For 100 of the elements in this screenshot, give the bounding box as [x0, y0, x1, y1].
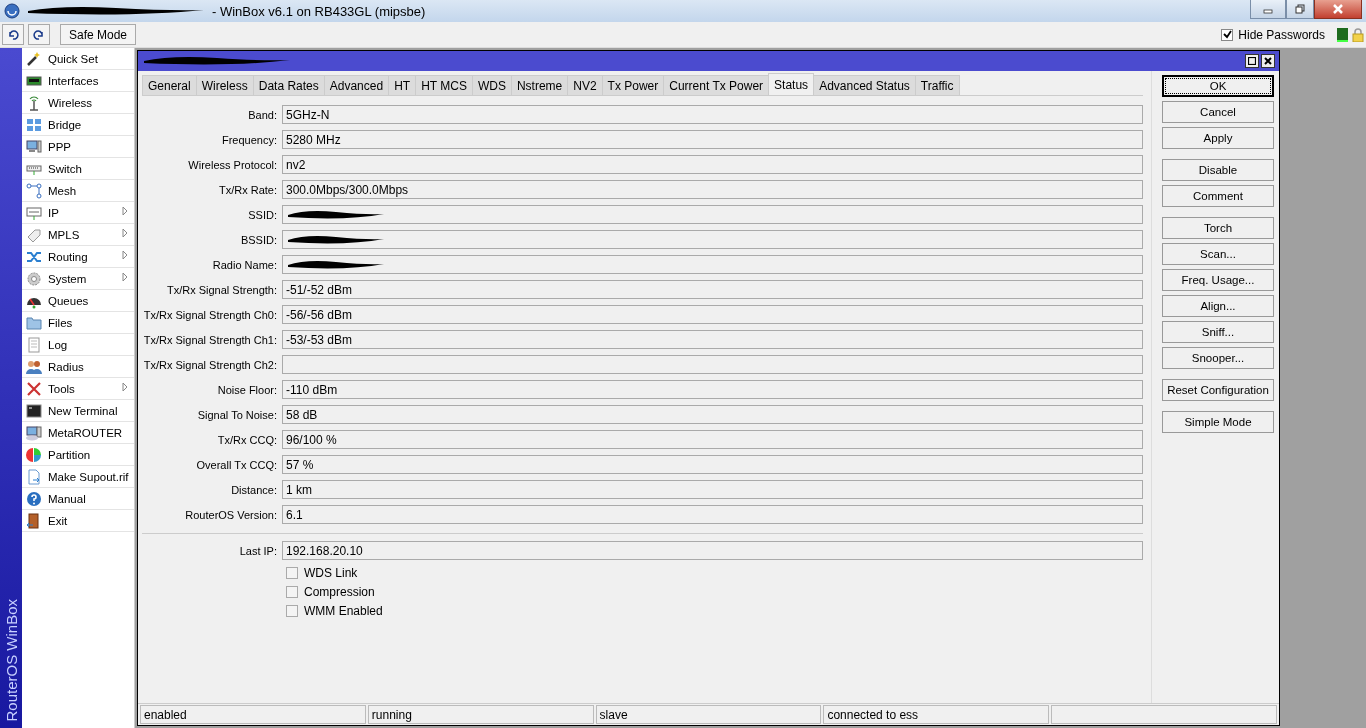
menu-item[interactable]: Queues: [22, 290, 134, 312]
menu-item[interactable]: Wireless: [22, 92, 134, 114]
two-people-icon: [26, 358, 42, 375]
side-brand-label: RouterOS WinBox: [2, 599, 20, 722]
safe-mode-button[interactable]: Safe Mode: [60, 24, 137, 45]
field-label: Band:: [247, 108, 278, 121]
value-field[interactable]: -110 dBm: [282, 380, 1143, 399]
tab[interactable]: NV2: [567, 75, 603, 95]
value-field[interactable]: [282, 255, 1143, 274]
dialog-button[interactable]: Reset Configuration: [1162, 379, 1274, 401]
tab[interactable]: Data Rates: [252, 75, 325, 95]
terminal-icon: [26, 402, 42, 419]
tab[interactable]: Advanced: [323, 75, 390, 95]
tab[interactable]: HT: [388, 75, 417, 95]
tab[interactable]: General: [142, 75, 197, 95]
app-logo-icon: [4, 3, 20, 19]
submenu-arrow-icon: [122, 382, 128, 392]
value-field[interactable]: 57 %: [282, 455, 1143, 474]
field-label: Signal To Noise:: [196, 408, 278, 421]
mesh-nodes-icon: [26, 182, 42, 199]
dialog-button[interactable]: Freq. Usage...: [1162, 269, 1274, 291]
tab[interactable]: Traffic: [914, 75, 960, 95]
field-label: Distance:: [230, 483, 278, 496]
field-label: Tx/Rx Signal Strength Ch1:: [142, 333, 278, 346]
close-button[interactable]: [1314, 0, 1362, 19]
dialog-button[interactable]: Apply: [1162, 127, 1274, 149]
value-field[interactable]: 300.0Mbps/300.0Mbps: [282, 180, 1143, 199]
maximize-button[interactable]: [1245, 54, 1259, 68]
value-field[interactable]: -51/-52 dBm: [282, 280, 1143, 299]
field-label: Last IP:: [238, 544, 278, 557]
value-field[interactable]: 58 dB: [282, 405, 1143, 424]
value-field[interactable]: -56/-56 dBm: [282, 305, 1143, 324]
tab[interactable]: Nstreme: [510, 75, 569, 95]
value-field[interactable]: 6.1: [282, 505, 1143, 524]
minimize-button[interactable]: [1250, 0, 1286, 19]
dialog-button[interactable]: Disable: [1162, 159, 1274, 181]
menu-item[interactable]: New Terminal: [22, 400, 134, 422]
value-field[interactable]: 5GHz-N: [282, 105, 1143, 124]
menu-item[interactable]: Interfaces: [22, 70, 134, 92]
menu-item[interactable]: Tools: [22, 378, 134, 400]
dialog-button[interactable]: Cancel: [1162, 101, 1274, 123]
dialog-button[interactable]: Align...: [1162, 295, 1274, 317]
value-field[interactable]: [282, 355, 1143, 374]
dialog-button[interactable]: Scan...: [1162, 243, 1274, 265]
menu-item[interactable]: System: [22, 268, 134, 290]
value-field[interactable]: 1 km: [282, 480, 1143, 499]
ip-box-icon: [26, 204, 42, 221]
menu-item[interactable]: Files: [22, 312, 134, 334]
field-label: Wireless Protocol:: [187, 158, 278, 171]
close-button[interactable]: [1261, 54, 1275, 68]
dialog-button[interactable]: Simple Mode: [1162, 411, 1274, 433]
submenu-arrow-icon: [122, 206, 128, 216]
checkbox[interactable]: [286, 585, 298, 598]
menu-item[interactable]: MetaROUTER: [22, 422, 134, 444]
value-field[interactable]: [282, 230, 1143, 249]
value-field[interactable]: -53/-53 dBm: [282, 330, 1143, 349]
tab[interactable]: HT MCS: [415, 75, 473, 95]
value-field[interactable]: nv2: [282, 155, 1143, 174]
menu-item[interactable]: Radius: [22, 356, 134, 378]
hide-passwords-checkbox[interactable]: [1221, 28, 1234, 41]
status-cell: slave: [595, 705, 822, 724]
menu-item[interactable]: Make Supout.rif: [22, 466, 134, 488]
magic-wand-icon: [26, 50, 42, 67]
redo-button[interactable]: [28, 24, 50, 45]
menu-item[interactable]: Quick Set: [22, 48, 134, 70]
value-field[interactable]: 192.168.20.10: [282, 541, 1143, 560]
tab[interactable]: WDS: [471, 75, 512, 95]
menu-item[interactable]: Exit: [22, 510, 134, 532]
value-field[interactable]: 96/100 %: [282, 430, 1143, 449]
undo-button[interactable]: [2, 24, 24, 45]
close-icon: [1333, 4, 1343, 14]
menu-item[interactable]: Manual: [22, 488, 134, 510]
menu-item[interactable]: Partition: [22, 444, 134, 466]
tab[interactable]: Advanced Status: [813, 75, 916, 95]
menu-item[interactable]: Bridge: [22, 114, 134, 136]
menu-item[interactable]: Routing: [22, 246, 134, 268]
tab[interactable]: Current Tx Power: [663, 75, 770, 95]
tab[interactable]: Wireless: [195, 75, 254, 95]
field-label: Tx/Rx Signal Strength Ch2:: [142, 358, 278, 371]
menu-item[interactable]: PPP: [22, 136, 134, 158]
dialog-button[interactable]: OK: [1162, 75, 1274, 97]
dialog-button[interactable]: Torch: [1162, 217, 1274, 239]
menu-item[interactable]: Log: [22, 334, 134, 356]
undo-icon: [7, 29, 19, 40]
menu-item[interactable]: Mesh: [22, 180, 134, 202]
menu-item[interactable]: IP: [22, 202, 134, 224]
field-label: Tx/Rx CCQ:: [216, 433, 278, 446]
tab[interactable]: Tx Power: [601, 75, 665, 95]
field-label: BSSID:: [239, 233, 278, 246]
dialog-button[interactable]: Sniff...: [1162, 321, 1274, 343]
menu-item[interactable]: Switch: [22, 158, 134, 180]
dialog-button[interactable]: Snooper...: [1162, 347, 1274, 369]
checkbox[interactable]: [286, 604, 298, 617]
dialog-button[interactable]: Comment: [1162, 185, 1274, 207]
menu-item[interactable]: MPLS: [22, 224, 134, 246]
value-field[interactable]: [282, 205, 1143, 224]
checkbox[interactable]: [286, 566, 298, 579]
value-field[interactable]: 5280 MHz: [282, 130, 1143, 149]
maximize-icon: [1248, 57, 1256, 65]
restore-button[interactable]: [1286, 0, 1314, 19]
